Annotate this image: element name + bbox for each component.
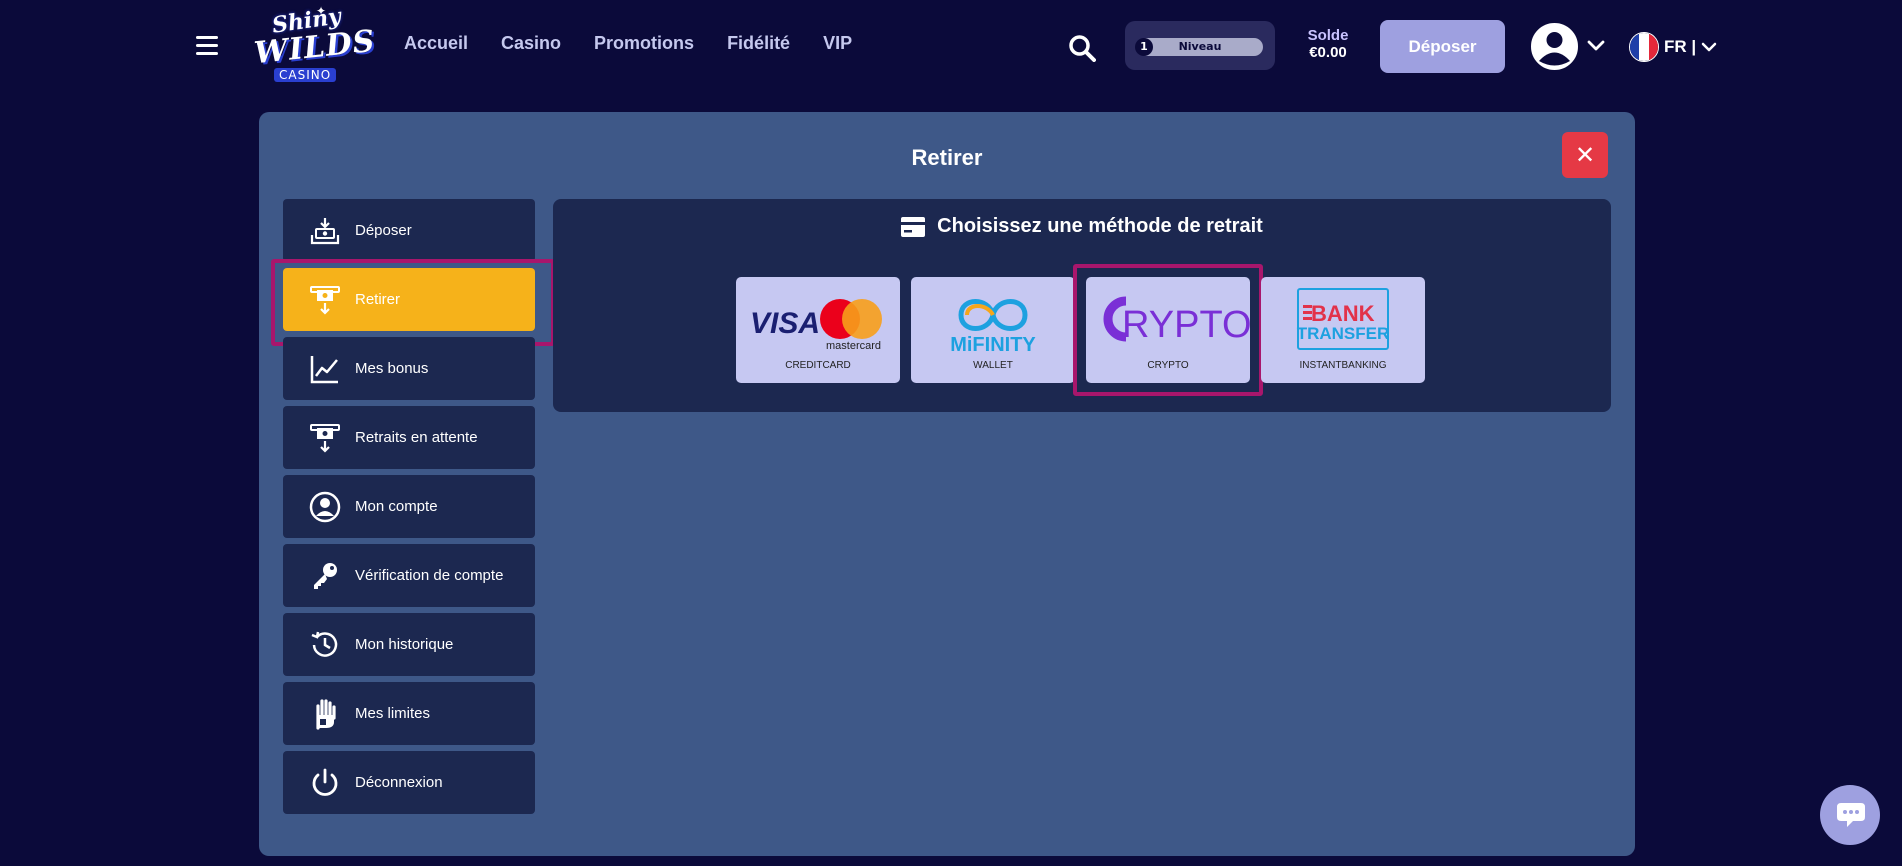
sidebar-item-label: Mon historique xyxy=(355,636,454,653)
user-circle-icon xyxy=(309,491,341,523)
chart-line-icon xyxy=(310,356,338,384)
sidebar-item-label: Retirer xyxy=(355,291,401,308)
nav-fidelite[interactable]: Fidélité xyxy=(727,33,790,54)
sidebar-item-mon-compte[interactable]: Mon compte xyxy=(283,475,535,538)
sidebar-item-retirer[interactable]: Retirer xyxy=(271,259,555,346)
method-caption: INSTANTBANKING xyxy=(1299,360,1387,371)
menu-hamburger-icon[interactable] xyxy=(196,36,218,56)
withdraw-modal: Retirer ✕ Déposer Retirer Mes bonus Retr… xyxy=(259,112,1635,856)
chevron-down-icon[interactable] xyxy=(1587,36,1605,54)
method-list: VISA mastercard CREDITCARD MiFINITY WALL… xyxy=(736,264,1425,396)
level-label: Niveau xyxy=(1178,40,1222,53)
header-deposit-button[interactable]: Déposer xyxy=(1380,20,1505,73)
sidebar-item-retraits-en-attente[interactable]: Retraits en attente xyxy=(283,406,535,469)
withdraw-methods-panel: Choisissez une méthode de retrait VISA m… xyxy=(553,199,1611,412)
language-label: FR | xyxy=(1664,37,1697,56)
withdraw-icon xyxy=(310,286,340,315)
main-nav: Accueil Casino Promotions Fidélité VIP xyxy=(404,33,852,54)
history-icon xyxy=(311,631,338,657)
sidebar-item-deconnexion[interactable]: Déconnexion xyxy=(283,751,535,814)
credit-card-icon xyxy=(901,216,926,237)
sidebar-item-deposer[interactable]: Déposer xyxy=(283,199,535,262)
bank-transfer-logo: BANK TRANSFER xyxy=(1297,288,1390,350)
sidebar-item-label: Vérification de compte xyxy=(355,567,504,584)
method-crypto[interactable]: RYPTO CRYPTO xyxy=(1073,264,1263,396)
logo-line-2: WILDS xyxy=(252,23,377,72)
chevron-down-icon xyxy=(1701,42,1717,52)
chat-button[interactable] xyxy=(1820,785,1880,845)
nav-casino[interactable]: Casino xyxy=(501,33,561,54)
mifinity-logo-text: MiFINITY xyxy=(950,334,1036,355)
sidebar-item-label: Mes limites xyxy=(355,705,431,722)
sidebar-item-label: Déconnexion xyxy=(355,774,443,791)
method-instantbanking[interactable]: BANK TRANSFER INSTANTBANKING xyxy=(1261,277,1425,383)
hand-icon xyxy=(316,699,336,730)
nav-promotions[interactable]: Promotions xyxy=(594,33,694,54)
nav-accueil[interactable]: Accueil xyxy=(404,33,468,54)
user-avatar-icon[interactable] xyxy=(1530,22,1579,71)
visa-mastercard-logo: VISA mastercard xyxy=(750,299,882,352)
sidebar-item-label: Mon compte xyxy=(355,498,438,515)
modal-title: Retirer xyxy=(911,145,983,170)
deposit-icon xyxy=(310,218,340,245)
logo-line-3: CASINO xyxy=(274,68,337,82)
visa-logo-text: VISA xyxy=(750,307,820,340)
power-icon xyxy=(312,768,338,796)
sidebar-item-historique[interactable]: Mon historique xyxy=(283,613,535,676)
sidebar-item-limites[interactable]: Mes limites xyxy=(283,682,535,745)
nav-vip[interactable]: VIP xyxy=(823,33,852,54)
mastercard-logo-text: mastercard xyxy=(826,340,881,352)
panel-heading: Choisissez une méthode de retrait xyxy=(553,215,1611,238)
sidebar-item-mes-bonus[interactable]: Mes bonus xyxy=(283,337,535,400)
chat-bubble-icon xyxy=(1837,803,1865,827)
panel-title: Choisissez une méthode de retrait xyxy=(937,215,1263,237)
balance: Solde €0.00 xyxy=(1300,27,1356,61)
method-caption: CRYPTO xyxy=(1147,360,1189,371)
method-caption: CREDITCARD xyxy=(785,360,851,371)
balance-label: Solde xyxy=(1307,27,1349,44)
language-selector[interactable]: FR | xyxy=(1629,32,1717,62)
balance-value: €0.00 xyxy=(1309,44,1347,61)
level-progress-bar: 1 Niveau xyxy=(1135,38,1263,56)
account-sidebar: Déposer Retirer Mes bonus Retraits en at… xyxy=(271,199,555,820)
sidebar-item-label: Déposer xyxy=(355,222,412,239)
method-caption: WALLET xyxy=(973,360,1013,371)
flag-fr-icon xyxy=(1629,32,1659,62)
sidebar-item-verification[interactable]: Vérification de compte xyxy=(283,544,535,607)
pending-withdraw-icon xyxy=(310,424,340,453)
transfer-logo-text: TRANSFER xyxy=(1297,324,1390,343)
search-icon[interactable] xyxy=(1068,34,1096,62)
method-creditcard[interactable]: VISA mastercard CREDITCARD xyxy=(736,277,900,383)
bank-logo-text: BANK xyxy=(1311,301,1375,326)
crypto-logo-text: RYPTO xyxy=(1122,304,1250,346)
sidebar-item-label: Retraits en attente xyxy=(355,429,478,446)
close-button[interactable]: ✕ xyxy=(1562,132,1608,178)
site-logo[interactable]: ✦ Shiny WILDS CASINO xyxy=(250,3,377,90)
sidebar-item-label: Mes bonus xyxy=(355,360,429,377)
crypto-logo: RYPTO xyxy=(1103,296,1250,346)
method-wallet[interactable]: MiFINITY WALLET xyxy=(911,277,1075,383)
mifinity-logo: MiFINITY xyxy=(950,299,1036,355)
key-icon xyxy=(314,563,337,589)
level-widget[interactable]: 1 Niveau xyxy=(1125,21,1275,70)
